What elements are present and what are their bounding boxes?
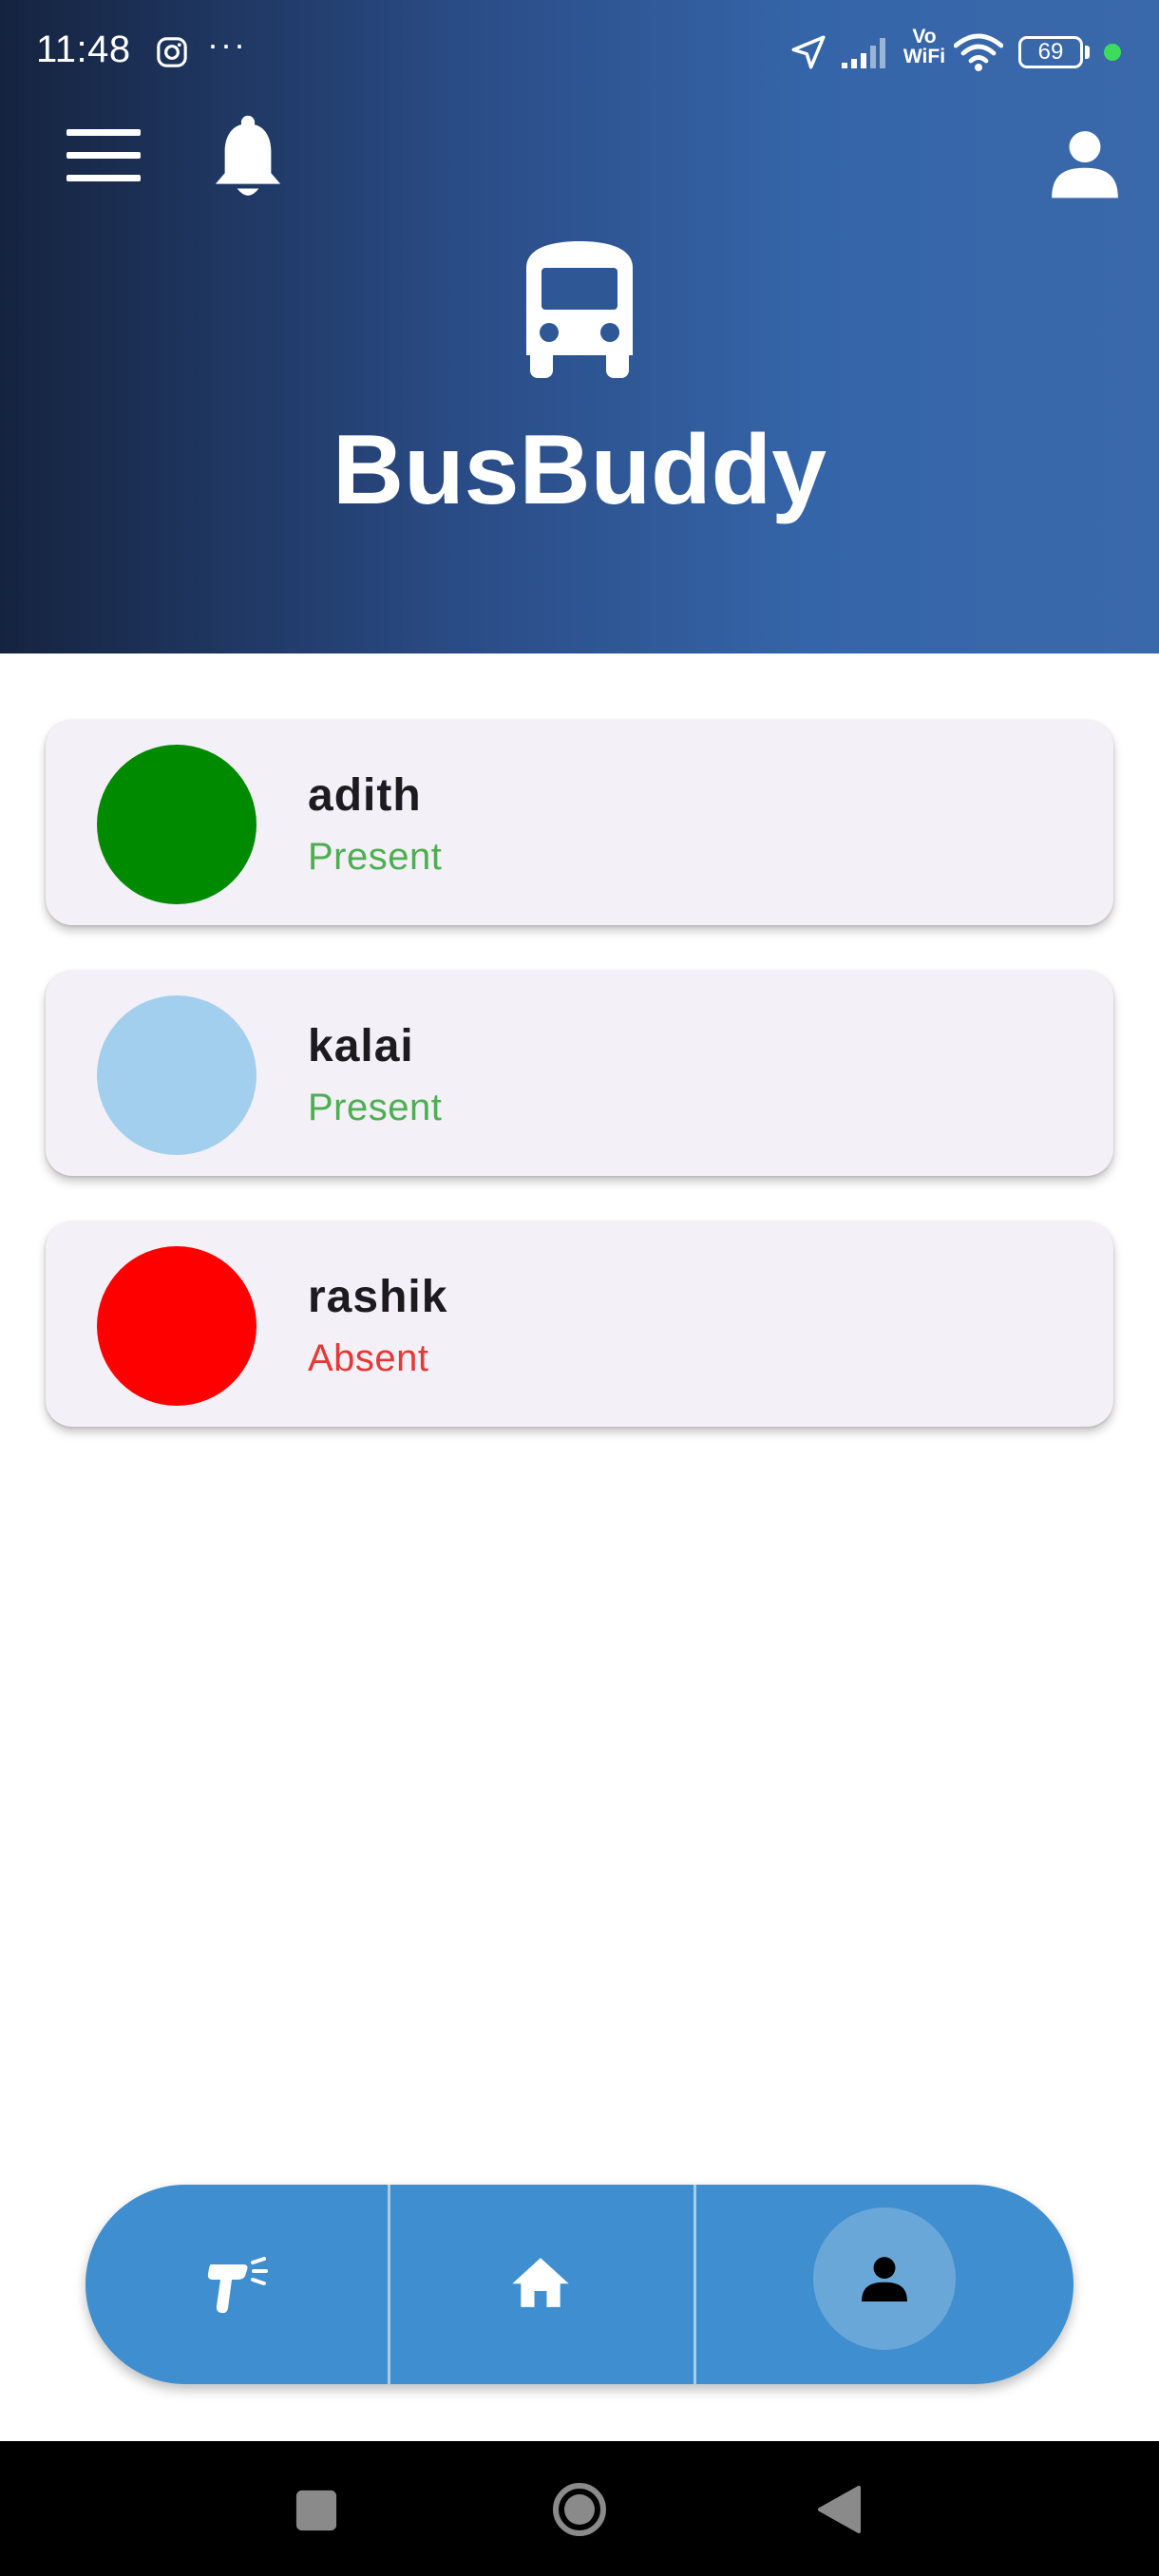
student-card[interactable]: adith Present [46, 720, 1113, 925]
square-recents-icon[interactable] [294, 2489, 338, 2532]
profile-person-icon[interactable] [1049, 127, 1121, 199]
vowifi-indicator: Vo WiFi [902, 26, 946, 67]
nav-item-scanner[interactable] [86, 2185, 390, 2384]
bell-icon[interactable] [211, 114, 285, 201]
bottom-navigation-bar [86, 2185, 1074, 2384]
battery-icon: 69 [1018, 36, 1083, 68]
nav-item-profile[interactable] [732, 2185, 1036, 2384]
student-avatar [97, 745, 256, 904]
instagram-icon [157, 37, 187, 67]
scanner-gun-icon [207, 2257, 268, 2314]
nav-item-home[interactable] [390, 2185, 694, 2384]
student-avatar [97, 1246, 256, 1406]
student-status: Absent [308, 1337, 429, 1379]
bus-icon [526, 241, 633, 378]
student-avatar [97, 995, 256, 1155]
student-status: Present [308, 836, 443, 878]
student-status: Present [308, 1087, 443, 1128]
student-card[interactable]: rashik Absent [46, 1222, 1113, 1427]
system-navigation-bar [0, 2441, 1159, 2576]
more-notifications-indicator: ··· [207, 25, 247, 64]
privacy-indicator-dot [1104, 44, 1121, 61]
battery-tip [1085, 46, 1090, 59]
person-icon [862, 2257, 907, 2301]
student-name: kalai [308, 1021, 414, 1071]
hamburger-menu-icon[interactable] [65, 125, 142, 184]
status-bar: 11:48 ··· Vo WiFi 69 [0, 0, 1159, 104]
app-title: BusBuddy [332, 415, 826, 525]
app-header: 11:48 ··· Vo WiFi 69 BusBuddy [0, 0, 1159, 653]
signal-icon [842, 38, 885, 68]
student-name: adith [308, 770, 422, 821]
home-icon [512, 2258, 569, 2307]
triangle-back-icon[interactable] [817, 2485, 861, 2534]
student-name: rashik [308, 1272, 448, 1322]
wifi-icon [954, 33, 1003, 71]
location-arrow-icon [791, 35, 826, 69]
nav-divider [694, 2185, 696, 2384]
student-card[interactable]: kalai Present [46, 971, 1113, 1176]
circle-home-icon[interactable] [551, 2481, 608, 2538]
status-time: 11:48 [36, 28, 131, 70]
